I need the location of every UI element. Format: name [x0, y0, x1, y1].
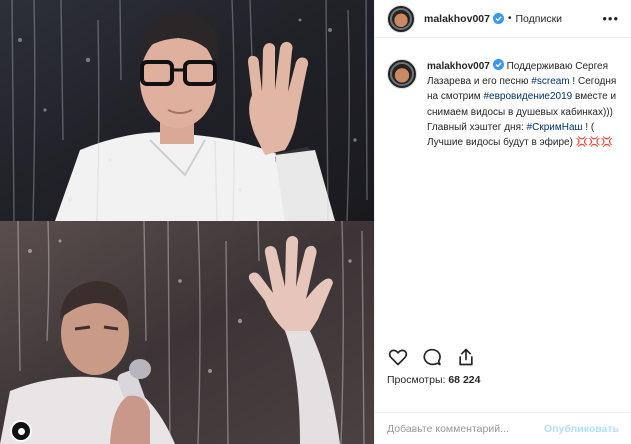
video-frame-bottom: [0, 221, 374, 444]
verified-icon: [492, 13, 504, 24]
avatar[interactable]: [387, 4, 415, 33]
views-label: Просмотры:: [387, 374, 446, 386]
post-media[interactable]: [0, 0, 374, 444]
post-side-panel: malakhov007 • Подписки ••• malakhov007 П…: [374, 0, 631, 444]
caption-text: malakhov007 Поддерживаю Сергея Лазарева …: [427, 59, 621, 150]
heart-icon: [388, 349, 408, 366]
post-comment-button[interactable]: Опубликовать: [544, 423, 619, 435]
comment-bar: Опубликовать: [375, 412, 631, 444]
caption-avatar[interactable]: [387, 59, 417, 89]
like-button[interactable]: [387, 346, 409, 368]
comment-input[interactable]: [387, 422, 545, 435]
header-separator: •: [507, 13, 512, 24]
caption: malakhov007 Поддерживаю Сергея Лазарева …: [375, 38, 631, 150]
comment-button[interactable]: [421, 346, 443, 368]
verified-icon: [492, 59, 504, 70]
follow-button[interactable]: Подписки: [515, 13, 562, 25]
share-icon: [459, 348, 473, 366]
hashtag-link[interactable]: #СкримНаш: [527, 122, 583, 133]
more-options-icon[interactable]: •••: [602, 11, 619, 26]
caption-username[interactable]: malakhov007: [427, 61, 490, 72]
video-frame-top: [0, 0, 374, 221]
caption-emoji: 💢💢💢: [575, 137, 614, 149]
comment-icon: [423, 348, 441, 366]
hashtag-link[interactable]: #евровидение2019: [483, 91, 572, 102]
header-username[interactable]: malakhov007: [424, 13, 490, 25]
hashtag-link[interactable]: #scream: [531, 76, 569, 87]
views-value: 68 224: [448, 374, 481, 386]
views-count: Просмотры: 68 224: [387, 374, 480, 386]
post-header: malakhov007 • Подписки •••: [375, 0, 631, 38]
share-button[interactable]: [455, 346, 477, 368]
action-bar: [387, 346, 477, 368]
video-indicator-icon[interactable]: [10, 420, 32, 442]
